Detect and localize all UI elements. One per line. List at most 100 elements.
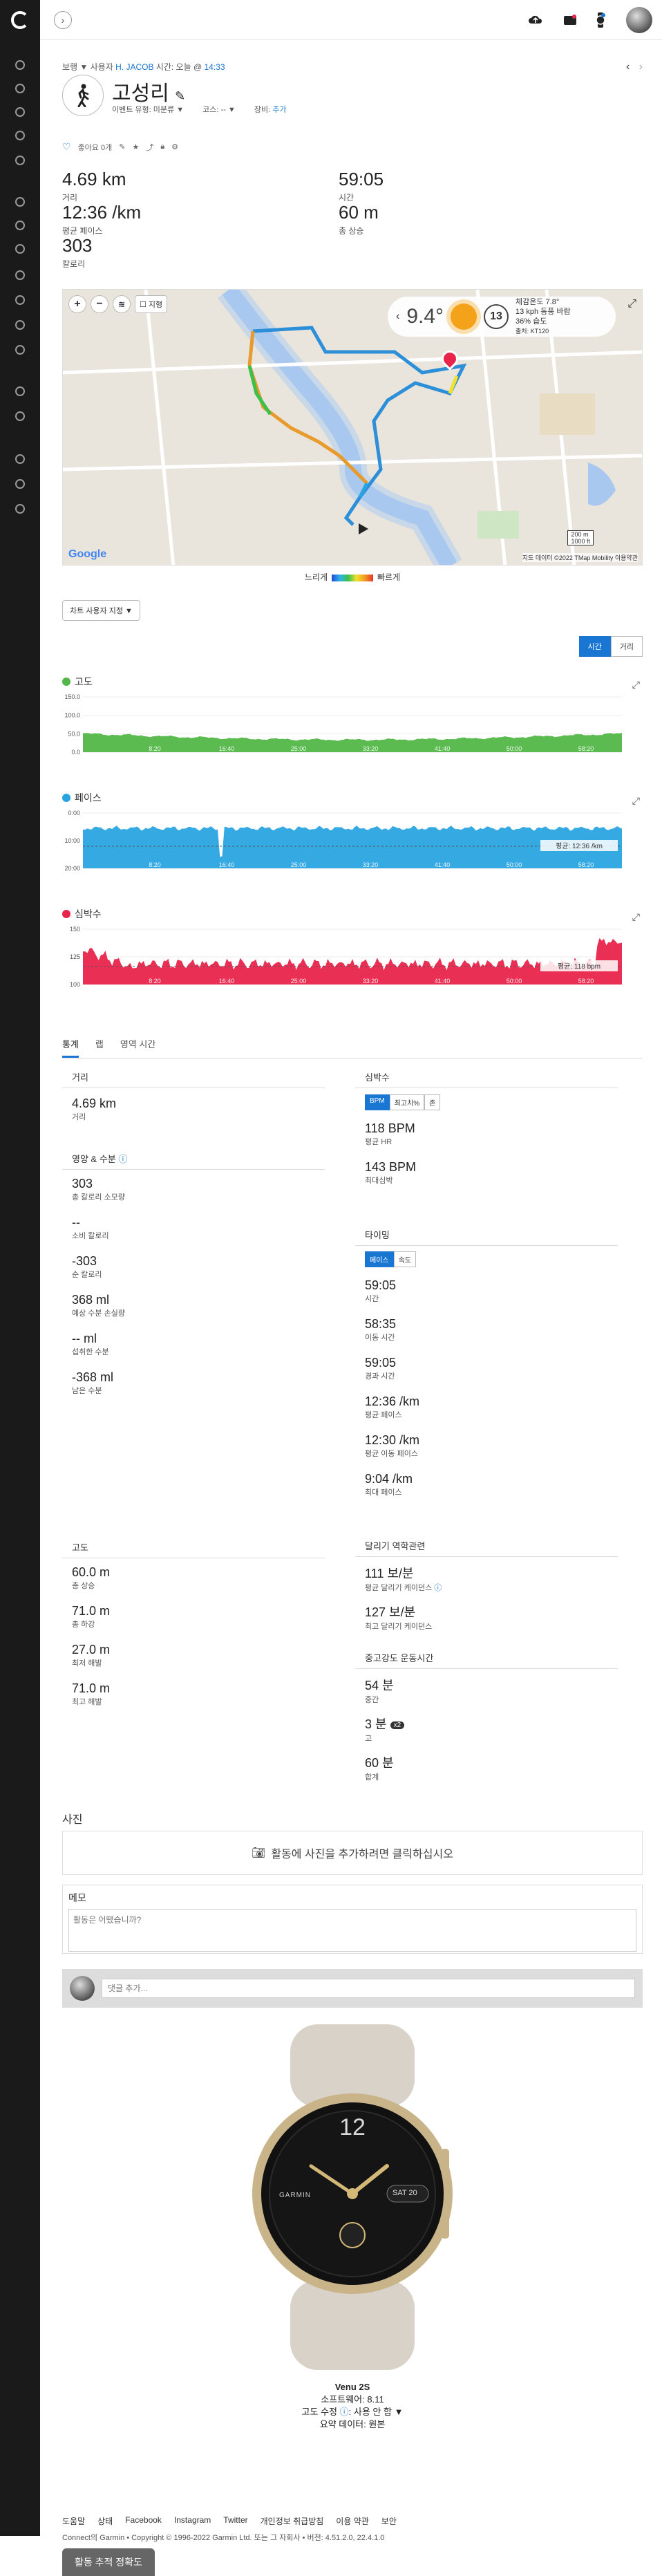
activity-title[interactable]: 고성리 ✎ [112, 76, 185, 106]
event-type-select[interactable]: 이벤트 유형: 미분류 ▼ [112, 106, 184, 114]
elev-corr-value[interactable]: 사용 안 함 [354, 2407, 392, 2417]
footer-link[interactable]: 상태 [97, 2515, 113, 2527]
footer-link[interactable]: 이용 약관 [336, 2515, 369, 2527]
pace-plot[interactable]: 0:00 10:00 20:00 8:20 16:40 25:00 33:20 41:40 50… [62, 805, 643, 895]
y-tick-label: 20:00 [64, 865, 80, 872]
layers-icon[interactable] [13, 82, 27, 95]
course-select[interactable]: 코스: -- ▼ [202, 106, 236, 114]
pill-speed[interactable]: 속도 [393, 1251, 417, 1267]
map-terms-link[interactable]: 이용약관 [615, 554, 638, 561]
star-icon[interactable]: ★ [132, 142, 139, 151]
stat-label: 거리 [72, 1113, 86, 1121]
accuracy-button[interactable]: 활동 추적 정확도 [62, 2548, 155, 2576]
pill-pace[interactable]: 페이스 [365, 1251, 394, 1267]
like-count[interactable]: 좋아요 0개 [78, 142, 113, 153]
pin-icon[interactable] [13, 318, 27, 332]
map-controls: + − ≋ ☐ 지형 [68, 295, 168, 313]
y-tick-label: 125 [70, 953, 80, 960]
summary-ascent: 60 m 총 상승 [339, 202, 546, 236]
heart-icon[interactable] [13, 218, 27, 232]
pill-zone[interactable]: 존 [424, 1094, 441, 1110]
watch-icon[interactable] [592, 11, 609, 29]
inbox-icon[interactable] [561, 11, 579, 29]
weather-line: 13 kph 동풍 바람 [516, 308, 571, 316]
info-icon[interactable]: ⓘ [118, 1154, 127, 1164]
stat-value: 118 BPM [365, 1121, 415, 1135]
elevation-plot[interactable]: 150.0 100.0 50.0 0.0 8:20 16:40 25:00 33:20 41:4… [62, 689, 643, 778]
heart-plot[interactable]: 150 125 100 8:20 16:40 25:00 33:20 41:40 50:00 58… [62, 921, 643, 1011]
gear-icon[interactable]: ⚙ [171, 142, 178, 151]
footer-link[interactable]: 보안 [381, 2515, 397, 2527]
calendar-icon[interactable] [13, 129, 27, 142]
stat-value: 54 분 [365, 1679, 394, 1692]
garmin-logo-icon[interactable] [11, 11, 29, 29]
memo-title: 메모 [68, 1892, 86, 1903]
customize-chart-button[interactable]: 차트 사용자 지정 ▼ [62, 600, 140, 621]
dashboard-icon[interactable] [13, 58, 27, 72]
stat-label: 평균 HR [365, 1138, 393, 1146]
footer-link[interactable]: Facebook [125, 2515, 162, 2527]
previous-activity-icon[interactable]: ‹ [626, 61, 630, 73]
zoom-out-button[interactable]: − [91, 295, 108, 313]
pill-bpm[interactable]: BPM [365, 1094, 390, 1110]
x-tick-label: 41:40 [435, 978, 451, 984]
stat-value: 143 BPM [365, 1160, 417, 1174]
edit-icon[interactable]: ✎ [119, 142, 125, 151]
gear-icon[interactable] [13, 452, 27, 466]
medal-icon[interactable] [13, 477, 27, 491]
y-tick-label: 0:00 [68, 810, 80, 816]
memo-input[interactable] [68, 1909, 636, 1952]
add-photo-area[interactable]: 📷︎ 활동에 사진을 추가하려면 클릭하십시오 [62, 1831, 643, 1875]
tab-zones[interactable]: 영역 시간 [120, 1037, 155, 1058]
zoom-in-button[interactable]: + [68, 295, 86, 313]
sunny-icon [451, 304, 477, 330]
stat-label: 이동 시간 [365, 1334, 395, 1342]
target-icon[interactable] [13, 268, 27, 282]
play-route-icon[interactable] [359, 523, 368, 534]
activity-type[interactable]: 보행 [62, 62, 77, 72]
user-avatar[interactable] [626, 7, 652, 33]
help-icon[interactable] [13, 502, 27, 516]
terrain-toggle[interactable]: ☐ 지형 [135, 295, 168, 313]
reports-icon[interactable] [13, 153, 27, 167]
info-icon[interactable]: ⓘ [340, 2407, 349, 2417]
layers-icon[interactable]: ≋ [113, 295, 131, 313]
weather-overlay: ‹ 9.4° 13 체감온도 7.8° 13 kph 동풍 바람 36% 습도 … [388, 297, 616, 337]
running-icon[interactable] [13, 242, 27, 256]
trophy-icon[interactable] [13, 409, 27, 423]
owner-link[interactable]: H. JACOB [115, 62, 153, 72]
edit-pencil-icon[interactable]: ✎ [175, 89, 185, 103]
upload-icon[interactable] [527, 11, 545, 29]
gear-add-link[interactable]: 추가 [272, 106, 286, 114]
bar-chart-icon[interactable] [13, 343, 27, 357]
tab-laps[interactable]: 랩 [95, 1037, 104, 1058]
fullscreen-icon[interactable]: ⤢ [627, 298, 636, 310]
toggle-time[interactable]: 시간 [578, 636, 611, 657]
expand-sidebar-button[interactable]: › [54, 11, 72, 29]
lock-icon[interactable]: 🔒︎ [160, 142, 164, 151]
comment-input[interactable] [102, 1979, 635, 1998]
tab-stats[interactable]: 통계 [62, 1037, 79, 1058]
info-icon[interactable]: ⓘ [434, 1584, 442, 1592]
trending-icon[interactable] [13, 105, 27, 119]
footer-link[interactable]: 도움말 [62, 2515, 85, 2527]
share-icon[interactable]: ⤴ [146, 142, 153, 153]
like-icon[interactable]: ♡ [62, 141, 71, 153]
footer-link[interactable]: 개인정보 취급방침 [261, 2515, 324, 2527]
group-icon[interactable] [13, 384, 27, 398]
heart-rate-section: 심박수 BPM 최고치% 존 118 BPM 평균 HR 143 BPM 최대심박 [355, 1070, 618, 1199]
pill-max-percent[interactable]: 최고치% [389, 1094, 425, 1110]
toggle-distance[interactable]: 거리 [610, 636, 643, 657]
stat-value: 12:36 /km [365, 1394, 420, 1408]
activity-icon[interactable] [13, 195, 27, 209]
weather-prev-icon[interactable]: ‹ [396, 310, 399, 323]
dumbbell-icon[interactable] [13, 293, 27, 307]
memo-box: 메모 [62, 1885, 643, 1954]
footer-link[interactable]: Twitter [223, 2515, 247, 2527]
watch-brand: GARMIN [279, 2192, 311, 2199]
footer-link[interactable]: Instagram [174, 2515, 211, 2527]
next-activity-icon[interactable]: › [639, 61, 643, 73]
footer-links: 도움말 상태 Facebook Instagram Twitter 개인정보 취… [62, 2515, 397, 2527]
time-link[interactable]: 14:33 [205, 62, 225, 72]
route-map[interactable]: + − ≋ ☐ 지형 ‹ 9.4° 13 체감온도 7.8° 13 kph 동풍… [62, 289, 643, 566]
